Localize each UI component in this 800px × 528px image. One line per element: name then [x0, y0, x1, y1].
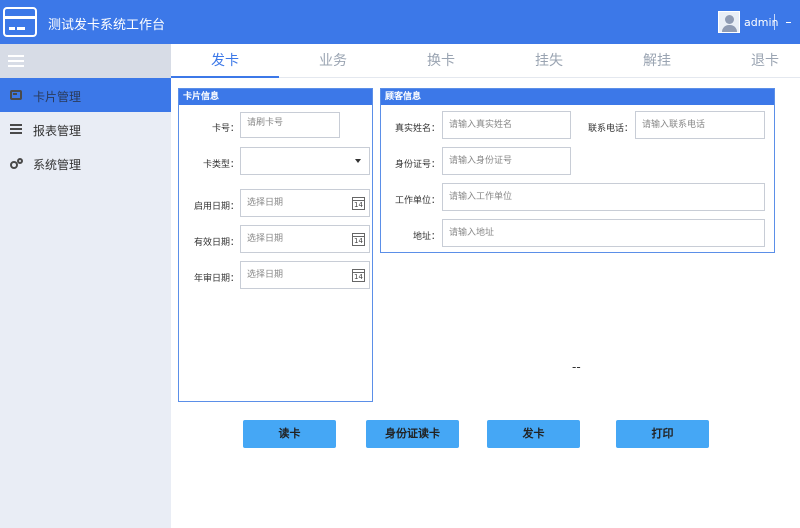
hamburger-icon: [8, 55, 24, 67]
sidebar-item-card-management[interactable]: 卡片管理: [0, 78, 171, 112]
customer-info-title: 顾客信息: [381, 89, 774, 105]
calendar-icon[interactable]: 14: [352, 197, 365, 210]
phone-label: 联系电话：: [587, 124, 633, 134]
gear-icon: [10, 158, 23, 169]
valid-date-picker[interactable]: 选择日期 14: [240, 225, 370, 253]
tab-report-loss[interactable]: 挂失: [495, 44, 603, 78]
status-text: --: [572, 360, 581, 374]
start-date-picker[interactable]: 选择日期 14: [240, 189, 370, 217]
card-info-panel: 卡片信息 卡号： 请刷卡号 卡类型： 启用日期： 选择日期 14 有效日期： 选…: [178, 88, 373, 402]
sidebar-toggle-button[interactable]: [0, 44, 171, 78]
header-divider: [774, 14, 775, 30]
tab-business[interactable]: 业务: [279, 44, 387, 78]
list-icon: [10, 124, 22, 134]
user-avatar-icon[interactable]: [718, 11, 740, 33]
sidebar-item-report-management[interactable]: 报表管理: [0, 112, 171, 146]
tab-return-card[interactable]: 退卡: [711, 44, 800, 78]
work-unit-label: 工作单位：: [394, 196, 440, 206]
read-card-button[interactable]: 读卡: [243, 420, 336, 448]
sidebar-item-label: 系统管理: [33, 158, 82, 172]
header-menu-dash[interactable]: [786, 22, 791, 23]
card-info-title: 卡片信息: [179, 89, 372, 105]
issue-card-button[interactable]: 发卡: [487, 420, 580, 448]
start-date-label: 启用日期：: [193, 202, 239, 212]
card-no-label: 卡号：: [211, 124, 239, 134]
card-type-select[interactable]: [240, 147, 370, 175]
app-title: 测试发卡系统工作台: [48, 18, 166, 33]
address-label: 地址：: [412, 232, 440, 242]
id-number-input[interactable]: 请输入身份证号: [442, 147, 571, 175]
audit-date-label: 年审日期：: [193, 274, 239, 284]
card-logo-icon: [3, 7, 37, 37]
sidebar: 卡片管理 报表管理 系统管理: [0, 44, 171, 528]
tab-issue-card[interactable]: 发卡: [171, 44, 279, 78]
tab-bar: 发卡 业务 换卡 挂失 解挂 退卡: [171, 44, 800, 78]
audit-date-placeholder: 选择日期: [247, 270, 284, 280]
audit-date-picker[interactable]: 选择日期 14: [240, 261, 370, 289]
tab-cancel-loss[interactable]: 解挂: [603, 44, 711, 78]
start-date-placeholder: 选择日期: [247, 198, 284, 208]
print-button[interactable]: 打印: [616, 420, 709, 448]
sidebar-item-system-management[interactable]: 系统管理: [0, 146, 171, 180]
calendar-icon[interactable]: 14: [352, 269, 365, 282]
valid-date-placeholder: 选择日期: [247, 234, 284, 244]
top-header: 测试发卡系统工作台 admin: [0, 0, 800, 44]
card-no-input[interactable]: 请刷卡号: [240, 112, 340, 138]
real-name-input[interactable]: 请输入真实姓名: [442, 111, 571, 139]
sidebar-item-label: 报表管理: [33, 124, 82, 138]
sidebar-item-label: 卡片管理: [33, 90, 82, 104]
real-name-label: 真实姓名：: [394, 124, 440, 134]
work-unit-input[interactable]: 请输入工作单位: [442, 183, 765, 211]
valid-date-label: 有效日期：: [193, 238, 239, 248]
phone-input[interactable]: 请输入联系电话: [635, 111, 765, 139]
address-input[interactable]: 请输入地址: [442, 219, 765, 247]
calendar-icon[interactable]: 14: [352, 233, 365, 246]
card-type-label: 卡类型：: [202, 160, 239, 170]
card-icon: [10, 90, 22, 100]
chevron-down-icon: [355, 159, 361, 163]
id-read-card-button[interactable]: 身份证读卡: [366, 420, 459, 448]
id-number-label: 身份证号：: [394, 160, 440, 170]
customer-info-panel: 顾客信息 真实姓名： 请输入真实姓名 联系电话： 请输入联系电话 身份证号： 请…: [380, 88, 775, 253]
tab-replace-card[interactable]: 换卡: [387, 44, 495, 78]
